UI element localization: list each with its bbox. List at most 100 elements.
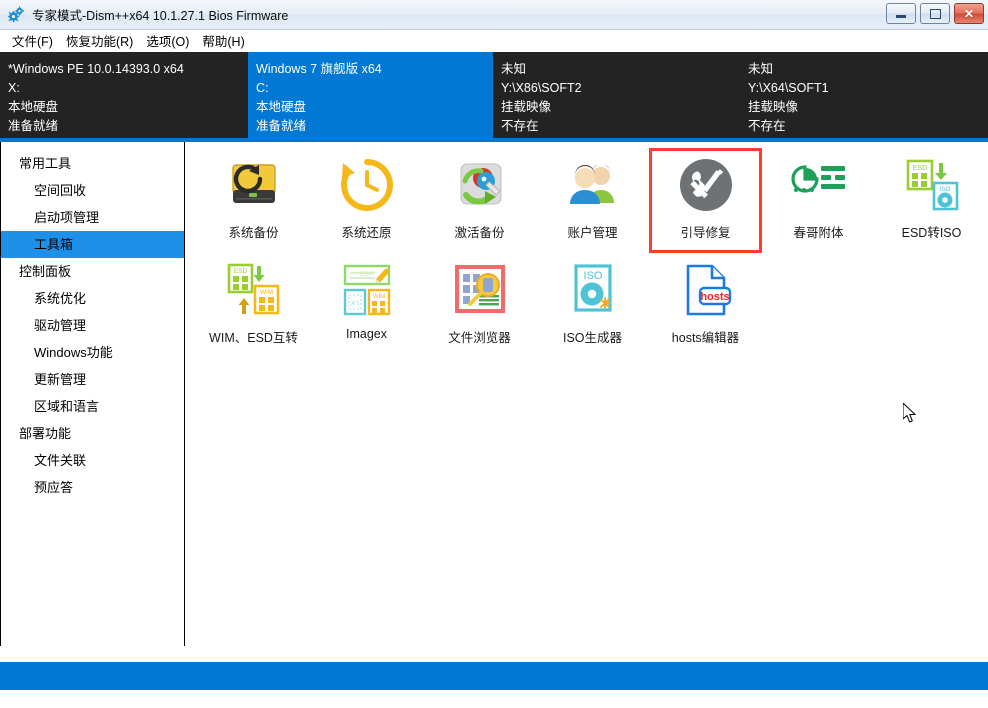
sidebar-item-space-recovery[interactable]: 空间回收	[1, 177, 184, 204]
tool-wim-esd-convert[interactable]: ESD WIM W	[197, 253, 310, 348]
menu-recovery[interactable]: 恢复功能(R)	[62, 29, 142, 52]
tool-imagex[interactable]: EDIT X:\ WIM Imagex	[310, 253, 423, 348]
tool-label: 文件浏览器	[448, 327, 511, 346]
svg-text:EDIT: EDIT	[360, 272, 374, 278]
svg-text:WIM: WIM	[259, 289, 272, 296]
tool-system-backup[interactable]: 系统备份	[197, 148, 310, 253]
hosts-editor-icon: hosts	[675, 259, 737, 321]
panel-unknown-x86[interactable]: 未知 Y:\X86\SOFT2 挂载映像 不存在	[493, 52, 740, 138]
svg-text:hosts: hosts	[700, 291, 729, 303]
panel-line-path: Y:\X86\SOFT2	[501, 79, 740, 98]
panel-line-type: 本地硬盘	[256, 98, 493, 117]
tool-label: Imagex	[346, 327, 387, 341]
panel-unknown-x64[interactable]: 未知 Y:\X64\SOFT1 挂载映像 不存在	[740, 52, 988, 138]
file-browser-icon	[449, 259, 511, 321]
tool-hosts-editor[interactable]: hosts hosts编辑器	[649, 253, 762, 348]
window-controls: ✕	[886, 3, 984, 24]
panel-line-drive: C:	[256, 79, 493, 98]
iso-generator-icon: ISO	[562, 259, 624, 321]
sidebar-group-control-panel: 控制面板	[1, 258, 184, 285]
menu-help[interactable]: 帮助(H)	[198, 29, 253, 52]
tool-file-browser[interactable]: 文件浏览器	[423, 253, 536, 348]
sidebar-group-deploy: 部署功能	[1, 420, 184, 447]
tool-activation-backup[interactable]: 激活备份	[423, 148, 536, 253]
tool-row-1: 系统备份 系统还原	[197, 148, 988, 253]
tool-label: 引导修复	[680, 222, 730, 241]
sidebar-item-toolbox[interactable]: 工具箱	[1, 231, 184, 258]
tool-label: hosts编辑器	[672, 327, 739, 346]
sidebar-item-startup-manager[interactable]: 启动项管理	[1, 204, 184, 231]
panel-line-type: 挂载映像	[748, 98, 988, 117]
os-panels: *Windows PE 10.0.14393.0 x64 X: 本地硬盘 准备就…	[0, 52, 988, 142]
users-icon	[562, 154, 624, 216]
panel-line-drive: X:	[8, 79, 248, 98]
tool-row-2: ESD WIM W	[197, 253, 988, 348]
menu-options[interactable]: 选项(O)	[142, 29, 198, 52]
tool-iso-generator[interactable]: ISO ISO生成器	[536, 253, 649, 348]
panel-line-name: 未知	[501, 60, 740, 79]
panel-windows-pe[interactable]: *Windows PE 10.0.14393.0 x64 X: 本地硬盘 准备就…	[0, 52, 248, 138]
tool-label: ISO生成器	[563, 327, 622, 346]
maximize-button[interactable]	[920, 3, 950, 24]
gears-icon	[8, 6, 26, 24]
minimize-button[interactable]	[886, 3, 916, 24]
svg-text:WIM: WIM	[372, 294, 384, 300]
close-icon: ✕	[964, 8, 974, 20]
tool-esd-to-iso[interactable]: ESD ISO ESD转ISO	[875, 148, 988, 253]
clock-restore-icon	[336, 154, 398, 216]
panel-line-name: Windows 7 旗舰版 x64	[256, 60, 493, 79]
panel-line-name: *Windows PE 10.0.14393.0 x64	[8, 60, 248, 79]
window-title: 专家模式-Dism++x64 10.1.27.1 Bios Firmware	[32, 5, 288, 24]
sidebar-group-common-tools: 常用工具	[1, 150, 184, 177]
esd-to-iso-icon: ESD ISO	[901, 154, 963, 216]
tool-system-restore[interactable]: 系统还原	[310, 148, 423, 253]
panel-line-type: 本地硬盘	[8, 98, 248, 117]
statusbar	[0, 662, 988, 690]
close-button[interactable]: ✕	[954, 3, 984, 24]
menubar: 文件(F) 恢复功能(R) 选项(O) 帮助(H)	[0, 30, 988, 52]
panel-line-status: 准备就绪	[256, 117, 493, 136]
panel-line-name: 未知	[748, 60, 988, 79]
svg-text:ESD: ESD	[233, 268, 247, 275]
sidebar-item-driver-manage[interactable]: 驱动管理	[1, 312, 184, 339]
sidebar-item-unattend[interactable]: 预应答	[1, 474, 184, 501]
panel-line-status: 不存在	[501, 117, 740, 136]
tool-boot-repair[interactable]: 引导修复	[649, 148, 762, 253]
panel-line-status: 不存在	[748, 117, 988, 136]
sidebar-item-region-language[interactable]: 区域和语言	[1, 393, 184, 420]
sidebar-item-file-association[interactable]: 文件关联	[1, 447, 184, 474]
chart-list-icon	[788, 154, 850, 216]
minimize-icon	[896, 15, 906, 18]
wim-esd-convert-icon: ESD WIM	[223, 259, 285, 321]
menu-file[interactable]: 文件(F)	[8, 29, 62, 52]
tool-chunge[interactable]: 春哥附体	[762, 148, 875, 253]
panel-line-status: 准备就绪	[8, 117, 248, 136]
tool-label: ESD转ISO	[902, 222, 962, 241]
tool-label: 激活备份	[454, 222, 504, 241]
sidebar-item-windows-features[interactable]: Windows功能	[1, 339, 184, 366]
sidebar: 常用工具 空间回收 启动项管理 工具箱 控制面板 系统优化 驱动管理 Windo…	[0, 142, 185, 646]
tool-label: 账户管理	[567, 222, 617, 241]
activation-backup-icon	[449, 154, 511, 216]
panel-line-path: Y:\X64\SOFT1	[748, 79, 988, 98]
sidebar-item-update-manage[interactable]: 更新管理	[1, 366, 184, 393]
hard-drive-backup-icon	[223, 154, 285, 216]
svg-text:ISO: ISO	[939, 186, 950, 193]
tool-label: 系统还原	[341, 222, 391, 241]
imagex-icon: EDIT X:\ WIM	[336, 259, 398, 321]
content-area: 常用工具 空间回收 启动项管理 工具箱 控制面板 系统优化 驱动管理 Windo…	[0, 142, 988, 708]
maximize-icon	[930, 9, 941, 19]
tool-label: WIM、ESD互转	[209, 327, 298, 346]
wrench-screwdriver-icon	[675, 154, 737, 216]
svg-text:ESD: ESD	[912, 165, 926, 172]
sidebar-item-system-optimize[interactable]: 系统优化	[1, 285, 184, 312]
tool-label: 系统备份	[228, 222, 278, 241]
panel-windows-7[interactable]: Windows 7 旗舰版 x64 C: 本地硬盘 准备就绪	[248, 52, 493, 138]
titlebar: 专家模式-Dism++x64 10.1.27.1 Bios Firmware ✕	[0, 0, 988, 30]
panel-line-type: 挂载映像	[501, 98, 740, 117]
tool-account-manage[interactable]: 账户管理	[536, 148, 649, 253]
svg-text:ISO: ISO	[583, 270, 602, 282]
svg-text:X:\: X:\	[351, 300, 359, 307]
tool-label: 春哥附体	[793, 222, 843, 241]
tool-grid: 系统备份 系统还原	[185, 142, 988, 708]
